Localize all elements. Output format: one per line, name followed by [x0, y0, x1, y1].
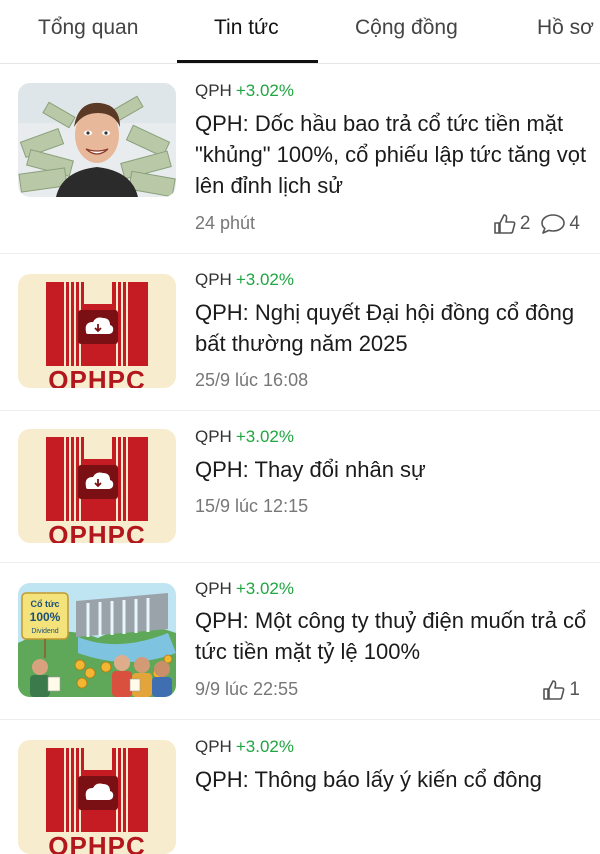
like-count: 2: [519, 213, 531, 234]
logo-text: QPHPC: [48, 831, 146, 854]
price-change: +3.02%: [235, 427, 294, 446]
news-title[interactable]: QPH: Một công ty thuỷ điện muốn trả cổ t…: [195, 605, 590, 667]
ticker-line: QPH +3.02%: [195, 427, 294, 447]
sign-line-2: 100%: [30, 610, 61, 624]
price-change: +3.02%: [235, 270, 294, 289]
ticker-line: QPH +3.02%: [195, 81, 294, 101]
ticker-line: QPH +3.02%: [195, 270, 294, 290]
engagement-stats: 1: [532, 679, 580, 701]
ticker-symbol[interactable]: QPH: [195, 81, 232, 100]
news-item[interactable]: QPHPC QPH +3.02% QPH: Thông báo lấy ý kiế…: [0, 720, 600, 854]
news-time: 15/9 lúc 12:15: [195, 496, 309, 516]
active-tab-indicator: [177, 60, 318, 63]
news-title[interactable]: QPH: Nghị quyết Đại hội đồng cổ đông bất…: [195, 297, 590, 359]
ticker-symbol[interactable]: QPH: [195, 427, 232, 446]
ticker-line: QPH +3.02%: [195, 579, 294, 599]
ticker-symbol[interactable]: QPH: [195, 270, 232, 289]
news-item[interactable]: QPH +3.02% QPH: Dốc hầu bao trả cổ tức ti…: [0, 64, 600, 254]
news-item[interactable]: Cổ tức 100% Dividend QPH +3.02% QPH: Một…: [0, 563, 600, 720]
news-thumbnail-photo: [18, 83, 176, 197]
thumbs-up-icon: [494, 214, 516, 234]
news-title[interactable]: QPH: Thông báo lấy ý kiến cổ đông: [195, 764, 590, 795]
sign-line-3: Dividend: [31, 628, 58, 635]
tab-news[interactable]: Tin tức: [214, 16, 279, 40]
news-time: 25/9 lúc 16:08: [195, 370, 309, 390]
news-time: 24 phút: [195, 213, 256, 233]
tab-overview[interactable]: Tổng quan: [38, 16, 138, 40]
news-title[interactable]: QPH: Dốc hầu bao trả cổ tức tiền mặt "kh…: [195, 108, 590, 201]
news-time: 9/9 lúc 22:55: [195, 679, 299, 699]
ticker-line: QPH +3.02%: [195, 737, 294, 757]
thumbs-up-icon: [543, 680, 565, 700]
ticker-symbol[interactable]: QPH: [195, 579, 232, 598]
news-title[interactable]: QPH: Thay đổi nhân sự: [195, 454, 590, 485]
logo-text: QPHPC: [48, 365, 146, 388]
ticker-symbol[interactable]: QPH: [195, 737, 232, 756]
logo-text: QPHPC: [48, 520, 146, 543]
comment-icon: [541, 214, 566, 234]
sign-line-1: Cổ tức: [30, 599, 59, 609]
tab-community[interactable]: Cộng đồng: [355, 16, 458, 40]
price-change: +3.02%: [235, 737, 294, 756]
dividend-illustration-icon: Cổ tức 100% Dividend: [18, 583, 176, 697]
price-change: +3.02%: [235, 81, 294, 100]
tab-profile[interactable]: Hồ sơ: [537, 16, 594, 40]
news-item[interactable]: QPHPC QPH +3.02% QPH: Thay đổi nhân sự 15…: [0, 411, 600, 563]
news-item[interactable]: QPHPC QPH +3.02% QPH: Nghị quyết Đại hội …: [0, 254, 600, 411]
like-button[interactable]: 1: [542, 679, 580, 701]
news-thumbnail-illustration: Cổ tức 100% Dividend: [18, 583, 176, 697]
like-count: 1: [569, 679, 580, 700]
comment-button[interactable]: 4: [540, 213, 580, 235]
like-button[interactable]: 2: [493, 213, 531, 235]
news-thumbnail-logo: QPHPC: [18, 740, 176, 854]
tab-bar: Tổng quan Tin tức Cộng đồng Hồ sơ: [0, 0, 600, 64]
comment-count: 4: [569, 213, 580, 234]
news-thumbnail-logo: QPHPC: [18, 429, 176, 543]
engagement-stats: 2 4: [483, 213, 580, 235]
price-change: +3.02%: [235, 579, 294, 598]
news-thumbnail-logo: QPHPC: [18, 274, 176, 388]
